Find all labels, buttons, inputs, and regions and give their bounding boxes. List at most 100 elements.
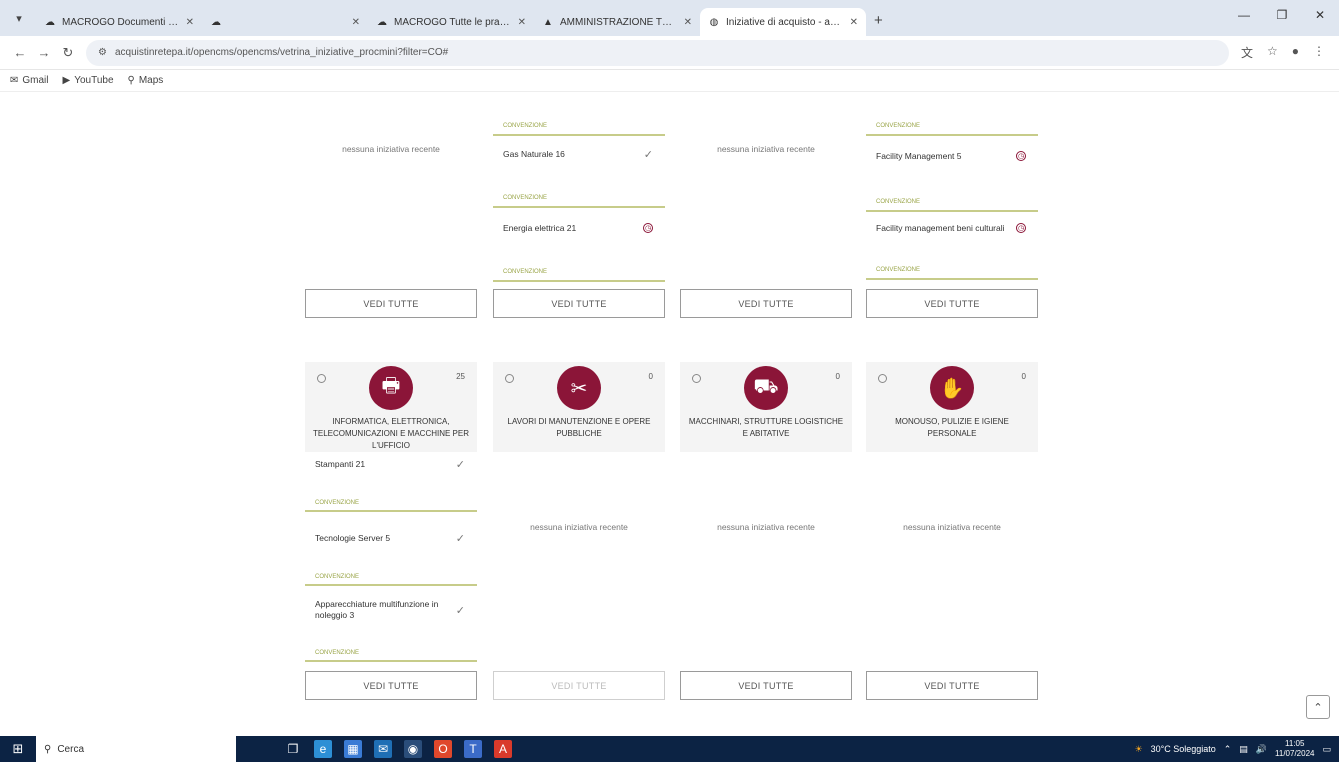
- translate-icon[interactable]: 文: [1241, 44, 1253, 61]
- office-icon[interactable]: O: [434, 740, 452, 758]
- category-radio[interactable]: [317, 374, 326, 383]
- maximize-icon[interactable]: ❐: [1263, 0, 1301, 30]
- initiative-item[interactable]: Stampanti 21 ✓: [305, 456, 477, 472]
- check-icon: ✓: [455, 458, 465, 471]
- pending-icon: ◷: [1016, 151, 1026, 161]
- bookmark-star-icon[interactable]: ☆: [1267, 44, 1278, 61]
- scroll-to-top-button[interactable]: ⌃: [1306, 695, 1330, 719]
- browser-tab[interactable]: ☁ MACROGO Documenti proc. ✕: [36, 8, 202, 36]
- weather-icon: ☀: [1134, 743, 1143, 754]
- reload-icon[interactable]: ↻: [56, 45, 80, 61]
- category-radio[interactable]: [505, 374, 514, 383]
- tools-icon: ✂: [557, 366, 601, 410]
- view-all-button[interactable]: VEDI TUTTE: [866, 671, 1038, 700]
- category-card-machinery[interactable]: 0 ⛟ MACCHINARI, STRUTTURE LOGISTICHE E A…: [680, 362, 852, 452]
- close-tab-icon[interactable]: ✕: [850, 17, 858, 28]
- initiative-item[interactable]: Energia elettrica 21 ◷: [493, 220, 665, 236]
- volume-icon[interactable]: 🔊: [1256, 744, 1267, 755]
- close-tab-icon[interactable]: ✕: [684, 17, 692, 28]
- forward-icon[interactable]: →: [32, 45, 56, 60]
- close-tab-icon[interactable]: ✕: [186, 17, 194, 28]
- view-all-button-disabled[interactable]: VEDI TUTTE: [493, 671, 665, 700]
- network-icon[interactable]: ▤: [1239, 744, 1248, 755]
- initiative-item[interactable]: Tecnologie Server 5 ✓: [305, 530, 477, 546]
- youtube-icon: ▶: [62, 75, 71, 86]
- tab-title: Iniziative di acquisto - acquisti: [726, 16, 844, 28]
- initiative-item[interactable]: Facility management beni culturali ◷: [866, 220, 1038, 236]
- view-all-button[interactable]: VEDI TUTTE: [305, 289, 477, 318]
- initiative-name: Facility Management 5: [876, 151, 962, 161]
- tab-title: MACROGO Documenti proc.: [62, 16, 180, 28]
- minimize-icon[interactable]: —: [1225, 0, 1263, 30]
- edge-icon[interactable]: e: [314, 740, 332, 758]
- tab-title: AMMINISTRAZIONE TRASPARENTE: [560, 16, 678, 28]
- bookmark-maps[interactable]: ⚲ Maps: [128, 75, 164, 86]
- search-placeholder: Cerca: [57, 743, 85, 755]
- tab-search-icon[interactable]: ▾: [8, 7, 30, 29]
- bookmarks-bar: ✉ Gmail ▶ YouTube ⚲ Maps: [0, 70, 1339, 92]
- close-window-icon[interactable]: ✕: [1301, 0, 1339, 30]
- bookmark-youtube[interactable]: ▶ YouTube: [63, 75, 114, 86]
- category-title: MACCHINARI, STRUTTURE LOGISTICHE E ABITA…: [688, 417, 844, 438]
- empty-message: nessuna iniziativa recente: [717, 144, 815, 154]
- view-all-button[interactable]: VEDI TUTTE: [493, 289, 665, 318]
- view-all-button[interactable]: VEDI TUTTE: [680, 671, 852, 700]
- site-info-icon[interactable]: ⚙: [98, 47, 107, 58]
- view-all-button[interactable]: VEDI TUTTE: [680, 289, 852, 318]
- store-icon[interactable]: ▦: [344, 740, 362, 758]
- new-tab-button[interactable]: +: [874, 12, 883, 29]
- mail-icon[interactable]: ✉: [374, 740, 392, 758]
- menu-icon[interactable]: ⋮: [1313, 44, 1325, 61]
- teams-icon[interactable]: T: [464, 740, 482, 758]
- initiative-item[interactable]: Gas Naturale 16 ✓: [493, 146, 665, 162]
- browser-tab[interactable]: ▲ AMMINISTRAZIONE TRASPARENTE ✕: [534, 8, 700, 36]
- item-type-label: CONVENZIONE: [493, 120, 665, 136]
- close-tab-icon[interactable]: ✕: [518, 17, 526, 28]
- initiative-count: 25: [456, 372, 465, 381]
- search-icon: ⚲: [44, 743, 52, 755]
- category-card-hygiene[interactable]: 0 ✋ MONOUSO, PULIZIE E IGIENE PERSONALE: [866, 362, 1038, 452]
- item-type-label: CONVENZIONE: [866, 120, 1038, 136]
- browser-tab-active[interactable]: ◍ Iniziative di acquisto - acquisti ✕: [700, 8, 866, 36]
- category-radio[interactable]: [692, 374, 701, 383]
- item-type-label: CONVENZIONE: [305, 648, 477, 662]
- hygiene-icon: ✋: [930, 366, 974, 410]
- bookmark-label: Maps: [138, 75, 164, 86]
- item-type-label: CONVENZIONE: [305, 498, 477, 512]
- check-icon: ✓: [643, 148, 653, 161]
- check-icon: ✓: [455, 604, 465, 617]
- chrome-icon[interactable]: ◉: [404, 740, 422, 758]
- gmail-icon: ✉: [10, 75, 19, 86]
- back-icon[interactable]: ←: [8, 45, 32, 60]
- initiative-item[interactable]: Facility Management 5 ◷: [866, 148, 1038, 164]
- view-all-button[interactable]: VEDI TUTTE: [866, 289, 1038, 318]
- category-card-it[interactable]: 25 🖶 INFORMATICA, ELETTRONICA, TELECOMUN…: [305, 362, 477, 452]
- windows-taskbar: ⊞ ⚲ Cerca ❐ e ▦ ✉ ◉ O T A ☀ 30°C Soleggi…: [0, 736, 1339, 762]
- initiative-name: Energia elettrica 21: [503, 223, 577, 233]
- browser-tab[interactable]: ☁ ✕: [202, 8, 368, 36]
- item-type-label: CONVENZIONE: [493, 192, 665, 208]
- browser-tab[interactable]: ☁ MACROGO Tutte le pratiche ✕: [368, 8, 534, 36]
- view-all-button[interactable]: VEDI TUTTE: [305, 671, 477, 700]
- taskbar-search[interactable]: ⚲ Cerca: [36, 736, 236, 762]
- empty-message: nessuna iniziativa recente: [717, 522, 815, 532]
- windows-start-icon[interactable]: ⊞: [0, 736, 36, 762]
- toolbar-actions: 文 ☆ ● ⋮: [1241, 44, 1331, 61]
- profile-icon[interactable]: ●: [1292, 44, 1299, 61]
- close-tab-icon[interactable]: ✕: [352, 17, 360, 28]
- acrobat-icon[interactable]: A: [494, 740, 512, 758]
- category-title: LAVORI DI MANUTENZIONE E OPERE PUBBLICHE: [507, 417, 651, 438]
- notifications-icon[interactable]: ▭: [1322, 744, 1331, 755]
- cloud-icon: ☁: [45, 16, 55, 28]
- clock[interactable]: 11:05 11/07/2024: [1275, 739, 1314, 759]
- bookmark-gmail[interactable]: ✉ Gmail: [10, 75, 49, 86]
- tray-chevron-icon[interactable]: ⌃: [1224, 744, 1232, 755]
- task-view-icon[interactable]: ❐: [284, 740, 302, 758]
- category-card-works[interactable]: 0 ✂ LAVORI DI MANUTENZIONE E OPERE PUBBL…: [493, 362, 665, 452]
- initiative-item[interactable]: Apparecchiature multifunzione in noleggi…: [305, 598, 477, 622]
- initiative-name: Gas Naturale 16: [503, 149, 565, 159]
- empty-message: nessuna iniziativa recente: [530, 522, 628, 532]
- weather-text[interactable]: 30°C Soleggiato: [1151, 744, 1216, 754]
- category-radio[interactable]: [878, 374, 887, 383]
- address-bar[interactable]: ⚙ acquistinretepa.it/opencms/opencms/vet…: [86, 39, 1229, 66]
